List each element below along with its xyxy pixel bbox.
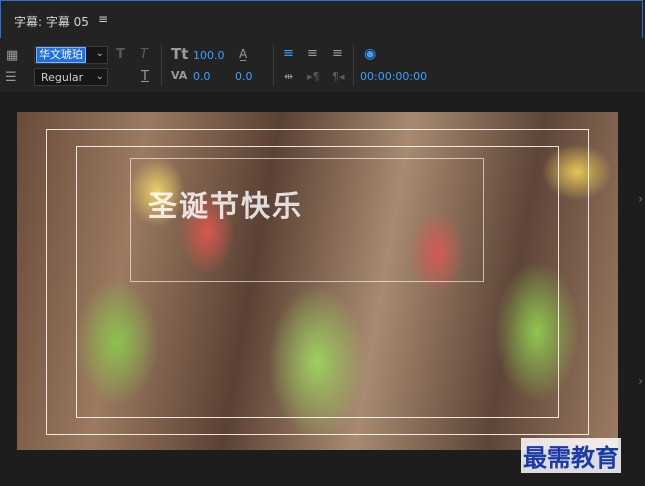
kerning-value[interactable]: 0.0 xyxy=(193,70,211,83)
caption-text[interactable]: 圣诞节快乐 xyxy=(148,183,303,225)
panel-title: 字幕: 字幕 05 xyxy=(14,15,89,29)
rtl-icon[interactable]: ¶◂ xyxy=(332,70,345,84)
font-style-select[interactable]: Regular ⌄ xyxy=(34,68,108,86)
align-left-icon[interactable]: ≡ xyxy=(283,47,294,61)
ltr-icon[interactable]: ▸¶ xyxy=(307,70,320,84)
kerning-icon: VA xyxy=(171,69,188,82)
tracking-value[interactable]: 0.0 xyxy=(235,70,253,83)
caption-canvas: 圣诞节快乐 › › xyxy=(0,92,645,486)
timecode[interactable]: 00:00:00:00 xyxy=(360,70,427,83)
font-family-select[interactable]: 华文琥珀 ⌄ xyxy=(34,46,108,64)
chevron-down-icon[interactable]: ⌄ xyxy=(96,48,104,59)
watermark-logo: 最需教育 xyxy=(521,438,621,473)
divider xyxy=(353,44,354,86)
font-style-value: Regular xyxy=(41,71,84,84)
chevron-down-icon[interactable]: ⌄ xyxy=(96,71,104,82)
scroll-indicator[interactable]: › xyxy=(638,374,643,388)
divider xyxy=(161,44,162,86)
scroll-indicator[interactable]: › xyxy=(638,192,643,206)
font-size-value[interactable]: 100.0 xyxy=(193,49,225,62)
caption-toolbar: ▦ ☰ 华文琥珀 ⌄ Regular ⌄ T T T Tt 100.0 VA 0… xyxy=(0,38,645,92)
divider xyxy=(273,44,274,86)
tab-stops-icon[interactable]: ⇹ xyxy=(284,70,293,84)
italic-icon[interactable]: T xyxy=(140,48,148,62)
panel-header: 字幕: 字幕 05 ≡ xyxy=(0,0,643,38)
bold-icon[interactable]: T xyxy=(116,48,125,62)
film-icon[interactable]: ▦ xyxy=(6,49,18,63)
font-size-icon: Tt xyxy=(171,45,189,63)
baseline-icon: A̲ xyxy=(239,47,248,61)
align-center-icon[interactable]: ≡ xyxy=(307,47,318,61)
hamburger-icon[interactable]: ≡ xyxy=(98,12,108,26)
show-background-video-icon[interactable]: ◉ xyxy=(364,47,376,61)
underline-icon[interactable]: T xyxy=(141,70,149,84)
align-right-icon[interactable]: ≡ xyxy=(332,47,343,61)
line-spacing-icon[interactable]: ☰ xyxy=(5,71,17,85)
font-family-value[interactable]: 华文琥珀 xyxy=(36,47,86,63)
background-video-frame: 圣诞节快乐 xyxy=(17,112,618,450)
